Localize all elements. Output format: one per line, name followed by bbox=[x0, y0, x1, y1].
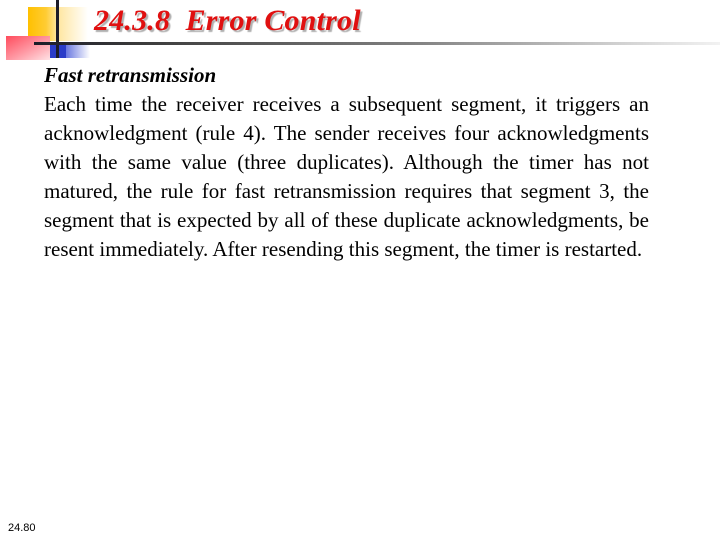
slide-body: Fast retransmission Each time the receiv… bbox=[44, 61, 649, 264]
decoration-red-square bbox=[6, 36, 50, 60]
title-underline bbox=[34, 42, 720, 45]
slide-title: 24.3.8 Error Control bbox=[94, 4, 361, 37]
decoration-blue-fade bbox=[66, 43, 90, 58]
subheading: Fast retransmission bbox=[44, 63, 217, 87]
decoration-vertical-line bbox=[56, 0, 59, 58]
decoration-yellow-fade bbox=[58, 7, 88, 41]
page-number: 24.80 bbox=[8, 522, 36, 534]
body-paragraph: Each time the receiver receives a subseq… bbox=[44, 92, 649, 261]
